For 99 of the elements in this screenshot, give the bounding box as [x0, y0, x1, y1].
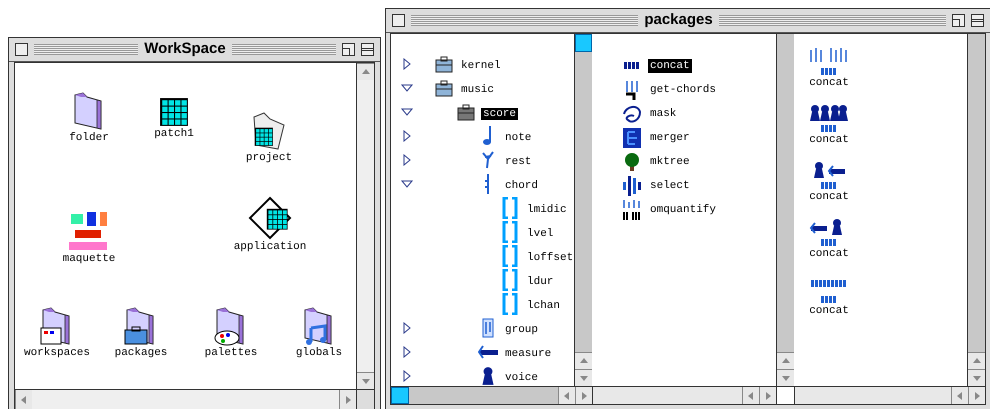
- chords-icon: [624, 80, 640, 100]
- icon-label[interactable]: project: [246, 151, 292, 165]
- mask-icon: [622, 104, 642, 124]
- zoom-box[interactable]: [952, 14, 966, 27]
- item-label[interactable]: lchan: [525, 300, 562, 312]
- window-title: WorkSpace: [144, 39, 226, 60]
- zoom-box[interactable]: [342, 43, 355, 56]
- vertical-scrollbar[interactable]: [574, 34, 592, 386]
- collapsed-triangle-icon[interactable]: [401, 58, 413, 70]
- item-label[interactable]: concat: [648, 59, 692, 73]
- brackets-icon: [502, 197, 518, 219]
- icon-label[interactable]: palettes: [204, 346, 258, 360]
- application-icon: [248, 196, 292, 240]
- close-box[interactable]: [392, 14, 405, 27]
- collapsed-triangle-icon[interactable]: [401, 346, 413, 358]
- horizontal-scrollbar[interactable]: [15, 390, 356, 409]
- item-label[interactable]: voice: [503, 372, 540, 384]
- quantify-icon: [623, 200, 641, 220]
- vertical-scrollbar[interactable]: [967, 34, 985, 386]
- scroll-up-button[interactable]: [777, 352, 794, 369]
- expanded-triangle-icon[interactable]: [401, 82, 413, 94]
- expanded-triangle-icon[interactable]: [401, 178, 413, 190]
- item-label[interactable]: group: [503, 324, 540, 336]
- collapsed-triangle-icon[interactable]: [401, 322, 413, 334]
- scroll-up-button[interactable]: [968, 352, 985, 369]
- triangle-icon: [19, 394, 29, 404]
- rest-icon: [482, 151, 494, 169]
- item-label[interactable]: note: [503, 132, 534, 144]
- brackets-icon: [502, 245, 518, 267]
- merger-icon: [623, 128, 641, 148]
- bars-icon: [624, 62, 640, 70]
- scroll-down-button[interactable]: [777, 369, 794, 386]
- item-label[interactable]: chord: [503, 180, 540, 192]
- item-label[interactable]: kernel: [459, 60, 503, 72]
- icon-label[interactable]: maquette: [62, 252, 116, 266]
- scroll-right-button[interactable]: [575, 387, 592, 404]
- item-label[interactable]: lmidic: [525, 204, 569, 216]
- scroll-thumb[interactable]: [575, 34, 592, 52]
- collapse-box[interactable]: [361, 43, 374, 56]
- tree-icon: [623, 152, 641, 172]
- item-label[interactable]: measure: [503, 348, 554, 360]
- icon-label[interactable]: folder: [69, 131, 109, 145]
- item-label[interactable]: ldur: [525, 276, 556, 288]
- horizontal-scrollbar[interactable]: [391, 387, 592, 404]
- icon-label[interactable]: workspaces: [24, 346, 90, 360]
- collapsed-triangle-icon[interactable]: [401, 154, 413, 166]
- item-label[interactable]: concat: [809, 304, 849, 318]
- briefcase-icon: [457, 103, 475, 121]
- scroll-up-button[interactable]: [575, 352, 592, 369]
- expanded-triangle-icon[interactable]: [401, 106, 413, 118]
- briefcase-icon: [435, 79, 453, 97]
- window-title: packages: [644, 10, 713, 30]
- figure-icon: [481, 366, 495, 386]
- item-label[interactable]: loffset: [525, 252, 574, 264]
- brackets-icon: [502, 293, 518, 315]
- brackets-icon: [502, 221, 518, 243]
- briefcase-icon: [435, 55, 453, 73]
- scroll-thumb[interactable]: [391, 387, 409, 404]
- item-label[interactable]: concat: [809, 76, 849, 90]
- scroll-up-button[interactable]: [357, 63, 374, 80]
- item-label[interactable]: rest: [503, 156, 534, 168]
- item-label[interactable]: music: [459, 84, 496, 96]
- vertical-scrollbar[interactable]: [356, 63, 374, 389]
- item-label[interactable]: merger: [648, 131, 692, 145]
- collapsed-triangle-icon[interactable]: [401, 370, 413, 382]
- item-label[interactable]: concat: [809, 133, 849, 147]
- item-label[interactable]: score: [481, 108, 518, 120]
- scroll-down-button[interactable]: [575, 369, 592, 386]
- item-label[interactable]: concat: [809, 190, 849, 204]
- icon-label[interactable]: application: [234, 240, 306, 254]
- item-label[interactable]: mask: [648, 107, 678, 121]
- item-label[interactable]: omquantify: [648, 203, 718, 217]
- group-icon: [482, 318, 494, 338]
- item-label[interactable]: lvel: [525, 228, 556, 240]
- scroll-down-button[interactable]: [968, 369, 985, 386]
- measure-icon: [478, 345, 498, 359]
- close-box[interactable]: [15, 43, 28, 56]
- item-label[interactable]: get-chords: [648, 83, 718, 97]
- patch-icon: [159, 97, 189, 127]
- horizontal-scrollbar[interactable]: [592, 387, 776, 404]
- brackets-icon: [502, 269, 518, 291]
- icon-label[interactable]: packages: [114, 346, 168, 360]
- icon-label[interactable]: globals: [296, 346, 342, 360]
- vertical-scrollbar[interactable]: [776, 34, 794, 386]
- triangle-icon: [360, 67, 370, 77]
- icon-label[interactable]: patch1: [154, 127, 194, 141]
- item-label[interactable]: concat: [809, 247, 849, 261]
- collapse-box[interactable]: [971, 14, 984, 27]
- maquette-icon: [69, 212, 109, 252]
- item-label[interactable]: mktree: [648, 155, 692, 169]
- scroll-left-button[interactable]: [15, 390, 32, 409]
- item-label[interactable]: select: [648, 179, 692, 193]
- horizontal-scrollbar[interactable]: [794, 387, 985, 404]
- chords-icon: [809, 46, 849, 76]
- figures-icon: [809, 103, 849, 133]
- collapsed-triangle-icon[interactable]: [401, 130, 413, 142]
- note-icon: [483, 126, 493, 146]
- select-icon: [623, 176, 641, 196]
- scroll-left-button[interactable]: [558, 387, 575, 404]
